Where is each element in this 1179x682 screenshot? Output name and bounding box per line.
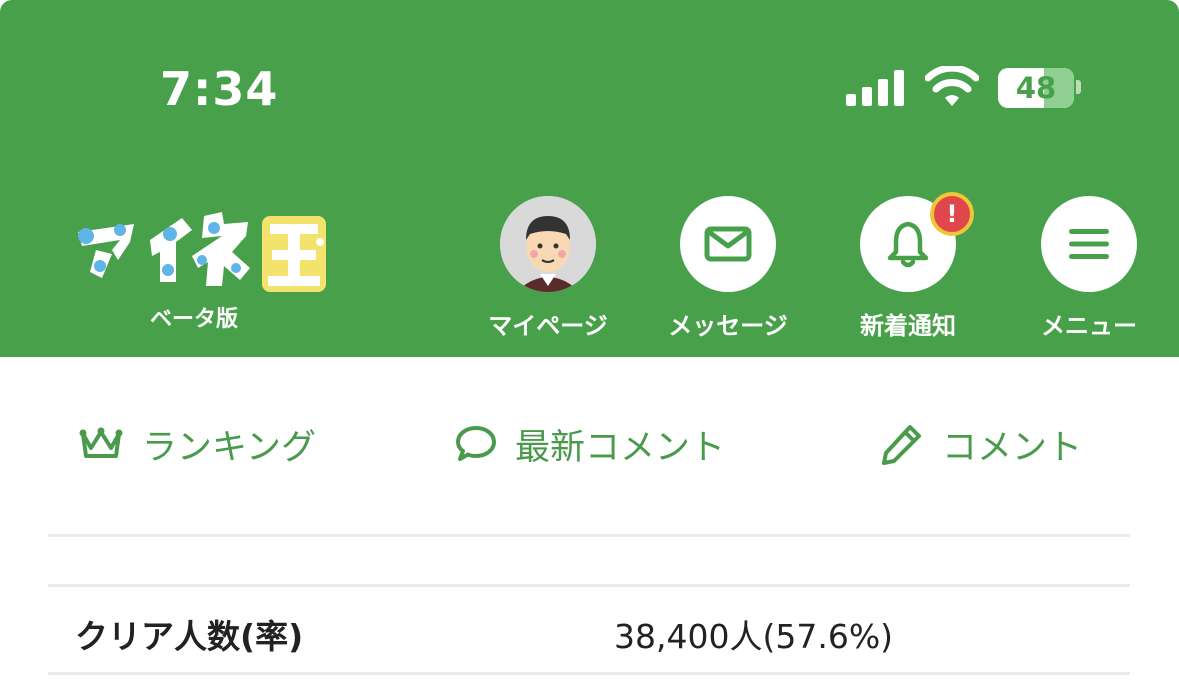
battery-tip bbox=[1076, 80, 1081, 94]
notification-badge: ! bbox=[930, 192, 974, 236]
mail-icon bbox=[704, 226, 752, 262]
nav-notifications[interactable]: ! 新着通知 bbox=[833, 192, 983, 341]
tab-comment[interactable]: コメント bbox=[880, 419, 1082, 469]
avatar[interactable] bbox=[500, 196, 596, 292]
tab-comment-label: コメント bbox=[942, 427, 1083, 468]
cellular-signal-icon bbox=[846, 70, 906, 106]
divider bbox=[48, 534, 1130, 537]
content-tabs: ランキング 最新コメント コメント bbox=[0, 357, 1179, 527]
notification-button[interactable]: ! bbox=[860, 192, 974, 292]
nav-message[interactable]: メッセージ bbox=[653, 196, 803, 341]
pencil-icon bbox=[882, 425, 921, 465]
site-logo[interactable] bbox=[72, 206, 332, 296]
nav-menu[interactable]: メニュー bbox=[1014, 196, 1164, 341]
crown-icon bbox=[79, 427, 123, 458]
clear-count-label: クリア人数(率) bbox=[75, 617, 304, 656]
status-time: 7:34 bbox=[160, 62, 279, 116]
nav-menu-label: メニュー bbox=[1041, 312, 1137, 340]
divider bbox=[48, 584, 1130, 587]
battery-indicator: 48 bbox=[998, 68, 1074, 108]
tab-latest-comments[interactable]: 最新コメント bbox=[455, 419, 725, 469]
tab-ranking-label: ランキング bbox=[142, 427, 316, 468]
wifi-icon bbox=[925, 66, 979, 106]
hamburger-menu-icon bbox=[1069, 229, 1109, 259]
speech-bubble-icon bbox=[456, 426, 496, 461]
nav-mypage[interactable]: マイページ bbox=[473, 196, 623, 341]
tab-latest-comments-label: 最新コメント bbox=[515, 427, 726, 468]
nav-message-label: メッセージ bbox=[668, 312, 788, 340]
menu-button[interactable] bbox=[1041, 196, 1137, 292]
tab-ranking[interactable]: ランキング bbox=[78, 419, 316, 469]
app-header: 7:34 48 ベータ版 マイページ メッセージ ! 新着通知 メニュー bbox=[0, 0, 1179, 357]
logo-beta-label: ベータ版 bbox=[150, 307, 239, 332]
bell-icon bbox=[887, 221, 929, 268]
mail-button[interactable] bbox=[680, 196, 776, 292]
nav-notifications-label: 新着通知 bbox=[860, 312, 956, 340]
nav-mypage-label: マイページ bbox=[488, 312, 608, 340]
divider bbox=[48, 672, 1130, 675]
clear-count-value: 38,400人(57.6%) bbox=[614, 617, 894, 656]
